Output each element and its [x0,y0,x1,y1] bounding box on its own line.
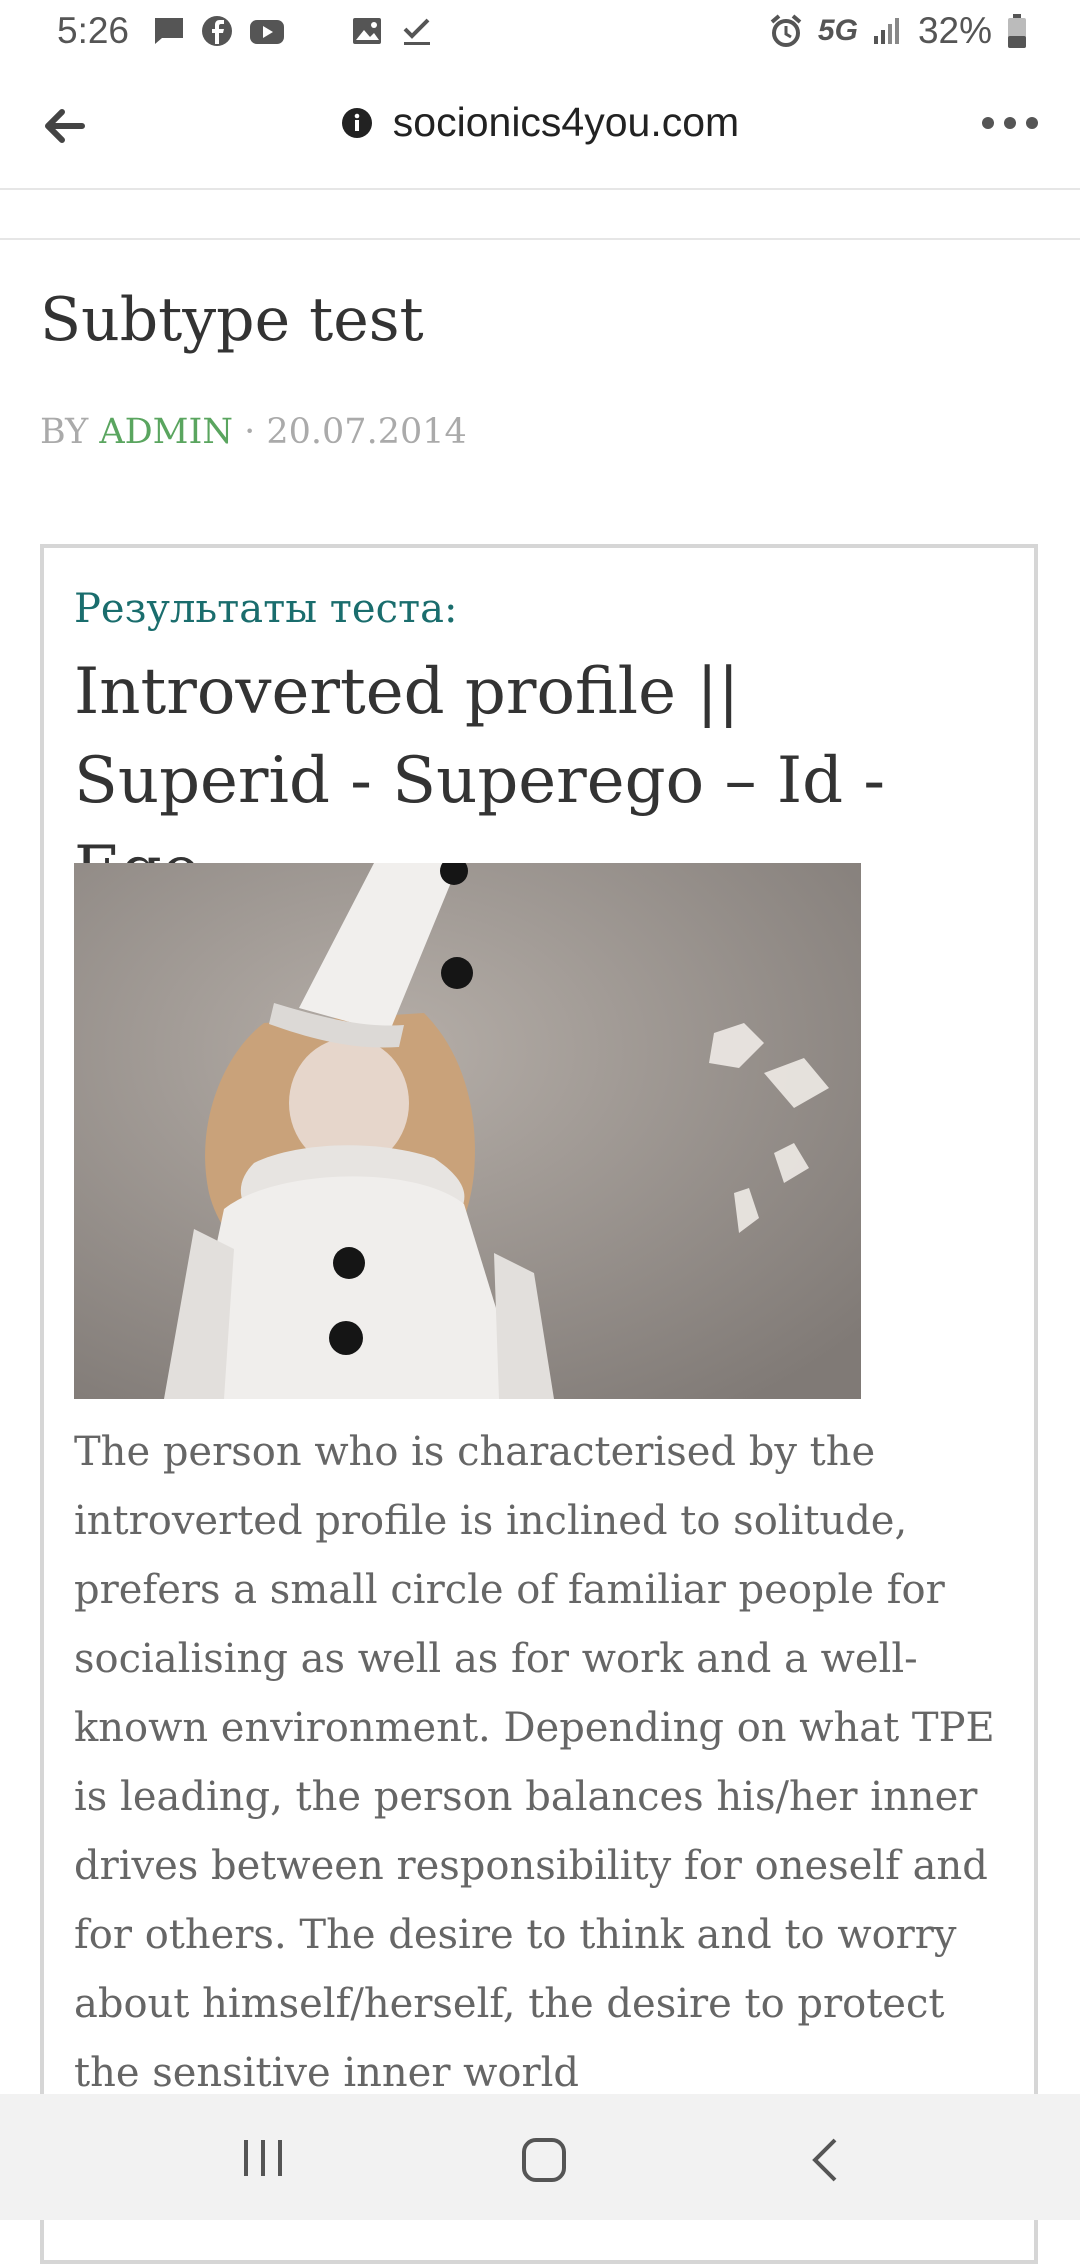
result-label: Результаты теста: [74,586,458,632]
result-box: Результаты теста: Introverted profile ||… [40,544,1038,2264]
author-link[interactable]: ADMIN [99,412,233,452]
more-icon[interactable] [980,114,1040,132]
facebook-icon [202,16,232,46]
youtube-icon [250,20,284,44]
home-icon[interactable] [520,2136,568,2184]
battery-level: 32% [917,10,992,51]
url-text: socionics4you.com [392,99,740,145]
alarm-icon [770,14,802,47]
status-right: 5G 32% [768,10,1028,52]
info-icon[interactable] [341,107,373,139]
battery-icon [1008,14,1026,48]
navigation-bar [0,2094,1080,2220]
browser-bar: socionics4you.com [0,66,1080,190]
meta-separator: · [232,412,267,452]
network-type: 5G [817,14,858,47]
status-bar: 5:26 5G 32% [0,0,1080,66]
message-icon [155,18,183,44]
result-photo [74,863,861,1399]
page-title: Subtype test [40,285,424,355]
image-icon [353,18,381,44]
recent-apps-icon[interactable] [240,2136,286,2180]
address-bar[interactable]: socionics4you.com [0,99,1080,146]
result-text: The person who is characterised by the i… [74,1429,995,2096]
meta-by: BY [40,412,100,452]
back-icon[interactable] [805,2136,845,2184]
header-divider [0,238,1080,240]
signal-icon [873,18,899,44]
post-date: 20.07.2014 [266,412,467,452]
status-time: 5:26 [57,10,130,51]
check-icon [403,18,430,45]
post-meta: BY ADMIN · 20.07.2014 [40,412,467,452]
